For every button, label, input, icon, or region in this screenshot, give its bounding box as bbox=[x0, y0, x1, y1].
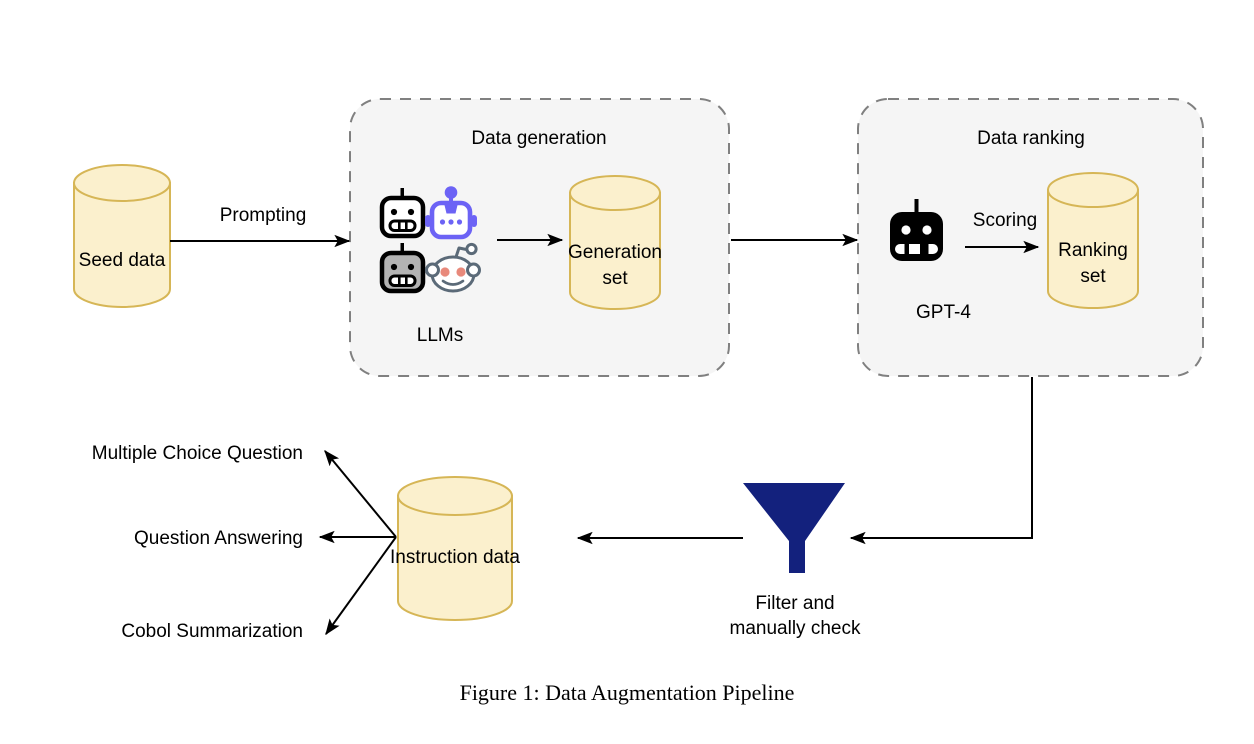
generation-set-label-line2: set bbox=[602, 268, 628, 289]
instruction-data-label: Instruction data bbox=[390, 547, 520, 568]
filter-caption-line1: Filter and bbox=[755, 593, 834, 614]
data-generation-title: Data generation bbox=[471, 128, 606, 149]
edge-to-multiple-choice-question bbox=[324, 449, 397, 538]
pipeline-diagram: Data generation LLMs Generation set Data… bbox=[73, 98, 1204, 705]
cylinder-seed-data: Seed data bbox=[73, 164, 171, 308]
generation-set-label-line1: Generation bbox=[568, 242, 662, 263]
edge-to-cobol-summarization bbox=[325, 536, 397, 636]
group-data-generation: Data generation LLMs Generation set bbox=[349, 98, 730, 377]
llms-label: LLMs bbox=[417, 325, 463, 346]
figure-canvas: Data generation LLMs Generation set Data… bbox=[0, 0, 1254, 744]
task-label-cobol-summarization: Cobol Summarization bbox=[121, 621, 303, 642]
seed-data-label: Seed data bbox=[79, 250, 166, 271]
funnel-icon bbox=[743, 483, 845, 573]
ranking-set-label-line1: Ranking bbox=[1058, 240, 1128, 261]
task-label-question-answering: Question Answering bbox=[134, 528, 303, 549]
figure-caption: Figure 1: Data Augmentation Pipeline bbox=[460, 680, 795, 705]
ranking-set-label-line2: set bbox=[1080, 266, 1106, 287]
task-label-multiple-choice-question: Multiple Choice Question bbox=[92, 443, 303, 464]
cylinder-instruction-data: Instruction data bbox=[390, 476, 520, 621]
cylinder-ranking-set: Ranking set bbox=[1047, 172, 1139, 309]
prompting-edge-label: Prompting bbox=[220, 205, 307, 226]
cylinder-generation-set: Generation set bbox=[568, 175, 662, 310]
edge-ranking-to-filter bbox=[849, 377, 1033, 545]
data-ranking-title: Data ranking bbox=[977, 128, 1085, 149]
scoring-edge-label: Scoring bbox=[973, 210, 1037, 231]
filter-caption-line2: manually check bbox=[730, 618, 861, 639]
gpt4-label: GPT-4 bbox=[916, 302, 971, 323]
group-data-ranking: Data ranking GPT-4 Scoring Ranking set bbox=[857, 98, 1204, 377]
